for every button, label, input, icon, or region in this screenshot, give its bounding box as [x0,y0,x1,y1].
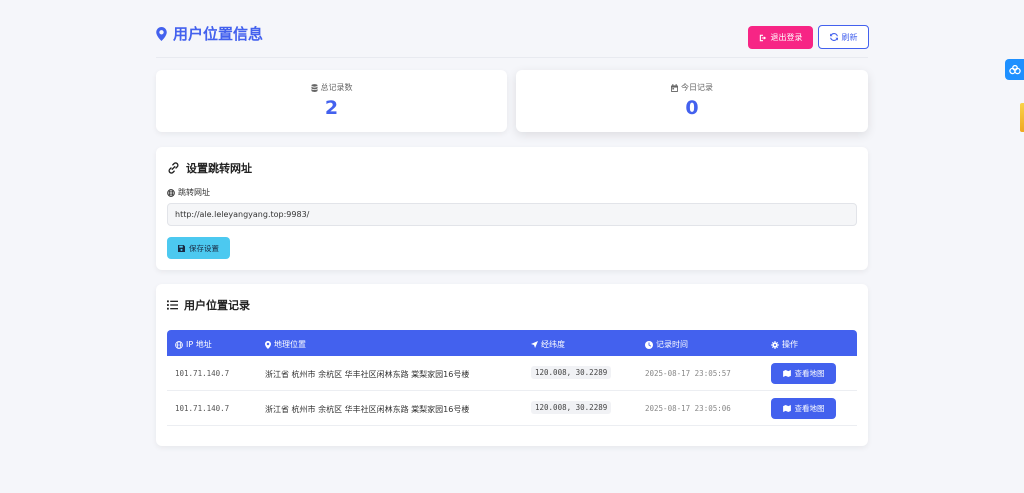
map-icon [782,405,791,412]
total-records-label: 总记录数 [320,83,353,92]
list-icon [167,300,178,310]
total-records-card: 总记录数 2 [156,70,507,132]
logout-button[interactable]: 退出登录 [748,26,813,49]
redirect-settings-title: 设置跳转网址 [167,160,252,176]
save-settings-button[interactable]: 保存设置 [167,237,230,259]
table-row: 101.71.140.7 浙江省 杭州市 余杭区 华丰社区闲林东路 棠梨家园16… [167,356,857,391]
today-records-label-row: 今日记录 [516,82,868,93]
location-records-title: 用户位置记录 [167,297,250,313]
table-row: 101.71.140.7 浙江省 杭州市 余杭区 华丰社区闲林东路 棠梨家园16… [167,391,857,426]
column-time-label: 记录时间 [656,340,688,349]
column-ip-label: IP 地址 [186,340,212,349]
location-records-card: 用户位置记录 IP 地址 地理位置 经纬度 记录时间 操作 101.71.140… [156,284,868,446]
total-records-label-row: 总记录数 [156,82,507,93]
row-location: 浙江省 杭州市 余杭区 华丰社区闲林东路 棠梨家园16号楼 [265,370,470,379]
map-marker-icon [156,26,167,41]
row-coords: 120.008, 30.2289 [531,366,612,379]
logout-label: 退出登录 [770,33,803,42]
map-icon [782,370,791,377]
clock-icon [645,340,653,349]
column-ip: IP 地址 [175,339,212,350]
row-time: 2025-08-17 23:05:06 [645,404,731,413]
refresh-icon [829,33,838,41]
calendar-icon [671,83,678,92]
redirect-url-label-text: 跳转网址 [178,188,210,197]
row-coords: 120.008, 30.2289 [531,401,612,414]
map-marker-icon [265,340,271,349]
row-time: 2025-08-17 23:05:57 [645,369,731,378]
table-header: IP 地址 地理位置 经纬度 记录时间 操作 [167,330,857,356]
view-map-label: 查看地图 [794,369,825,378]
redirect-settings-card: 设置跳转网址 跳转网址 保存设置 [156,147,868,270]
column-coords-label: 经纬度 [541,340,565,349]
redirect-url-input[interactable] [167,203,857,226]
today-records-card: 今日记录 0 [516,70,868,132]
today-records-value: 0 [685,97,699,119]
extension-icon [1008,64,1021,74]
redirect-settings-title-text: 设置跳转网址 [186,162,252,175]
page-title: 用户位置信息 [156,23,263,44]
column-action-label: 操作 [782,340,798,349]
column-time: 记录时间 [645,339,688,350]
row-location: 浙江省 杭州市 余杭区 华丰社区闲林东路 棠梨家园16号楼 [265,405,470,414]
save-settings-label: 保存设置 [189,243,219,253]
database-icon [310,83,318,92]
location-arrow-icon [531,341,538,348]
globe-icon [175,340,183,349]
view-map-button[interactable]: 查看地图 [771,363,836,384]
page-header: 用户位置信息 退出登录 刷新 [156,0,869,58]
column-action: 操作 [771,339,798,350]
page-container: 用户位置信息 退出登录 刷新 总记录数 2 今日记录 0 设置跳转网址 跳转网址… [156,0,869,446]
save-icon [178,244,185,252]
column-coords: 经纬度 [531,339,565,350]
sign-out-icon [759,34,766,41]
side-handle[interactable] [1020,103,1024,132]
side-extension-button[interactable] [1005,59,1024,80]
total-records-value: 2 [324,97,339,119]
location-records-table: IP 地址 地理位置 经纬度 记录时间 操作 101.71.140.7 浙江省 … [167,330,857,426]
today-records-label: 今日记录 [681,83,713,92]
globe-icon [167,188,175,197]
refresh-label: 刷新 [841,32,858,42]
column-location: 地理位置 [265,339,306,350]
location-records-title-text: 用户位置记录 [184,299,250,312]
view-map-label: 查看地图 [794,404,825,413]
refresh-button[interactable]: 刷新 [818,25,869,49]
link-icon [168,162,179,174]
row-ip: 101.71.140.7 [175,404,230,413]
column-location-label: 地理位置 [274,340,306,349]
redirect-url-label: 跳转网址 [167,187,210,198]
page-title-text: 用户位置信息 [173,25,264,43]
gear-icon [771,340,779,349]
row-ip: 101.71.140.7 [175,369,230,378]
view-map-button[interactable]: 查看地图 [771,398,836,419]
